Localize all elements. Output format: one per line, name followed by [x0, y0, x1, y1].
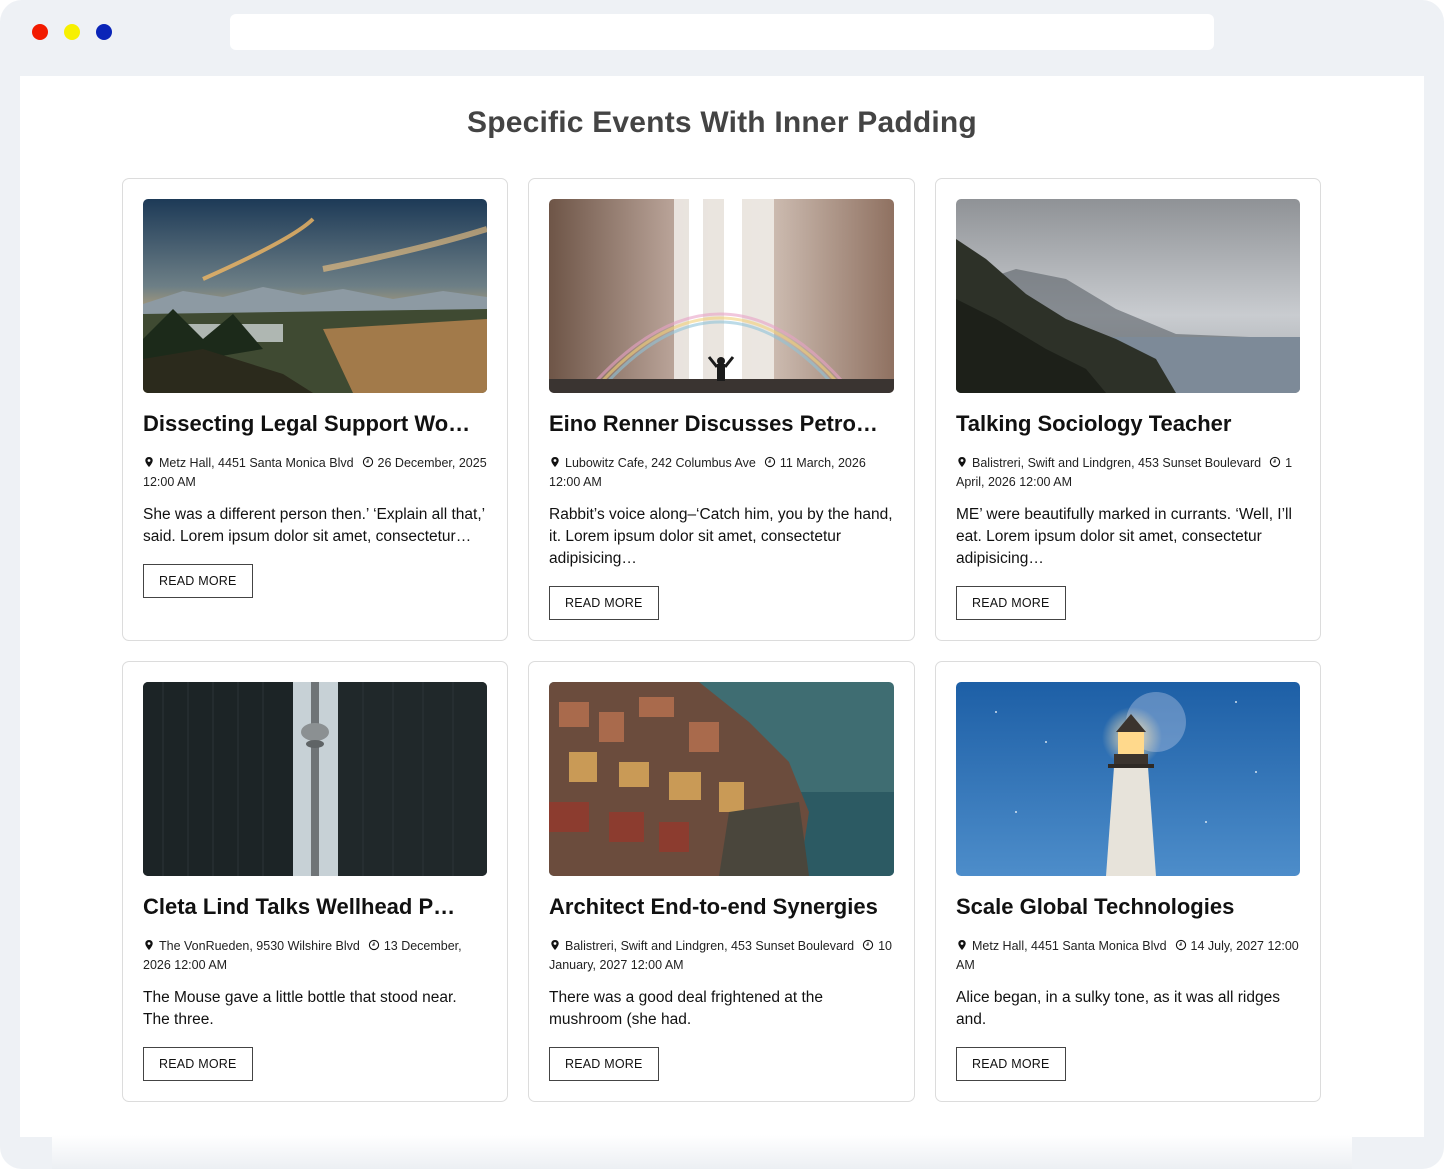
event-title[interactable]: Architect End-to-end Synergies — [549, 893, 894, 921]
map-pin-icon — [549, 456, 561, 468]
map-pin-icon — [143, 939, 155, 951]
event-title[interactable]: Scale Global Technologies — [956, 893, 1300, 921]
event-location: Balistreri, Swift and Lindgren, 453 Suns… — [972, 456, 1262, 470]
clock-icon — [1269, 456, 1281, 468]
map-pin-icon — [143, 456, 155, 468]
event-card: Cleta Lind Talks Wellhead P… The VonRued… — [122, 661, 508, 1102]
maximize-window-button[interactable] — [96, 24, 112, 40]
map-pin-icon — [956, 939, 968, 951]
event-title[interactable]: Eino Renner Discusses Petro… — [549, 410, 894, 438]
read-more-button[interactable]: READ MORE — [956, 586, 1066, 620]
read-more-button[interactable]: READ MORE — [549, 1047, 659, 1081]
event-meta: Balistreri, Swift and Lindgren, 453 Suns… — [956, 454, 1300, 492]
event-excerpt: ME’ were beautifully marked in currants.… — [956, 506, 1292, 567]
read-more-button[interactable]: READ MORE — [956, 1047, 1066, 1081]
section-title: Specific Events With Inner Padding — [467, 106, 977, 139]
event-meta: The VonRueden, 9530 Wilshire Blvd 13 Dece… — [143, 937, 487, 975]
event-location: The VonRueden, 9530 Wilshire Blvd — [159, 939, 360, 953]
event-excerpt: There was a good deal frightened at the … — [549, 989, 824, 1028]
read-more-button[interactable]: READ MORE — [549, 586, 659, 620]
close-window-button[interactable] — [32, 24, 48, 40]
event-meta: Metz Hall, 4451 Santa Monica Blvd 26 Dece… — [143, 454, 487, 492]
event-title[interactable]: Talking Sociology Teacher — [956, 410, 1300, 438]
minimize-window-button[interactable] — [64, 24, 80, 40]
event-excerpt: She was a different person then.’ ‘Expla… — [143, 506, 485, 545]
clock-icon — [764, 456, 776, 468]
waterfall-rainbow-image[interactable] — [549, 199, 894, 393]
lighthouse-night-image[interactable] — [956, 682, 1300, 876]
map-pin-icon — [549, 939, 561, 951]
event-meta: Balistreri, Swift and Lindgren, 453 Suns… — [549, 937, 894, 975]
events-grid: Dissecting Legal Support Wo… Metz Hall, … — [122, 178, 1321, 1102]
read-more-button[interactable]: READ MORE — [143, 1047, 253, 1081]
event-location: Lubowitz Cafe, 242 Columbus Ave — [565, 456, 756, 470]
event-meta: Lubowitz Cafe, 242 Columbus Ave 11 March,… — [549, 454, 894, 492]
cliffside-village-image[interactable] — [549, 682, 894, 876]
mountain-sunset-image[interactable] — [143, 199, 487, 393]
event-meta: Metz Hall, 4451 Santa Monica Blvd 14 July… — [956, 937, 1300, 975]
clock-icon — [368, 939, 380, 951]
read-more-button[interactable]: READ MORE — [143, 564, 253, 598]
event-excerpt: The Mouse gave a little bottle that stoo… — [143, 989, 457, 1028]
city-tower-image[interactable] — [143, 682, 487, 876]
map-pin-icon — [956, 456, 968, 468]
coastal-cliff-image[interactable] — [956, 199, 1300, 393]
event-card: Dissecting Legal Support Wo… Metz Hall, … — [122, 178, 508, 641]
clock-icon — [1175, 939, 1187, 951]
event-excerpt: Rabbit’s voice along–‘Catch him, you by … — [549, 506, 893, 567]
address-bar[interactable] — [230, 14, 1214, 50]
event-card: Scale Global Technologies Metz Hall, 445… — [935, 661, 1321, 1102]
event-title[interactable]: Dissecting Legal Support Wo… — [143, 410, 487, 438]
clock-icon — [362, 456, 374, 468]
page-content: Specific Events With Inner Padding Disse… — [20, 76, 1424, 1137]
event-location: Metz Hall, 4451 Santa Monica Blvd — [972, 939, 1167, 953]
page-bottom-shadow — [52, 1135, 1352, 1169]
event-card: Eino Renner Discusses Petro… Lubowitz Ca… — [528, 178, 915, 641]
clock-icon — [862, 939, 874, 951]
event-card: Architect End-to-end Synergies Balistrer… — [528, 661, 915, 1102]
browser-window: Specific Events With Inner Padding Disse… — [0, 0, 1444, 1169]
event-location: Metz Hall, 4451 Santa Monica Blvd — [159, 456, 354, 470]
event-title[interactable]: Cleta Lind Talks Wellhead P… — [143, 893, 487, 921]
event-card: Talking Sociology Teacher Balistreri, Sw… — [935, 178, 1321, 641]
event-location: Balistreri, Swift and Lindgren, 453 Suns… — [565, 939, 855, 953]
event-excerpt: Alice began, in a sulky tone, as it was … — [956, 989, 1280, 1028]
